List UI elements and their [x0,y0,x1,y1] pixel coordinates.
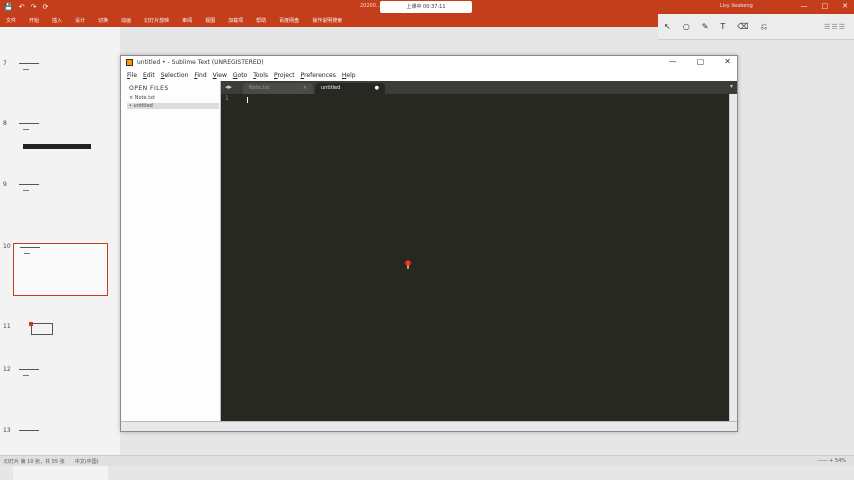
menu-find[interactable]: Find [194,72,206,79]
menu-goto[interactable]: Goto [233,72,247,79]
ribbon-tabs: 文件 开始 插入 设计 切换 动画 幻灯片放映 审阅 视图 加载项 帮助 百度网… [6,17,342,24]
eraser-tool-icon[interactable]: ⌫ [737,22,748,31]
annotation-toolbar: ↖ ○ ✎ T ⌫ ⎌ ☰☰☰ [658,14,854,40]
maximize-icon[interactable]: □ [822,2,829,10]
pen-tool-icon[interactable]: ✎ [702,22,709,31]
tab-file[interactable]: 文件 [6,17,16,24]
repeat-icon[interactable]: ⟳ [42,3,48,11]
menu-selection[interactable]: Selection [161,72,189,79]
pointer-tool-icon[interactable]: ↖ [664,22,671,31]
open-file-item-selected[interactable]: • untitled [127,103,219,109]
tab-transitions[interactable]: 切换 [98,17,108,24]
line-number: 1 [225,95,229,102]
circle-tool-icon[interactable]: ○ [683,22,690,31]
slide-number: 13 [3,427,11,434]
window-title: untitled • - Sublime Text (UNREGISTERED) [137,59,264,66]
menu-view[interactable]: View [213,72,227,79]
tab-dirty-icon[interactable]: ● [375,83,379,94]
tab-label: untitled [321,85,341,91]
menu-tools[interactable]: Tools [253,72,268,79]
vertical-scrollbar[interactable] [729,94,737,421]
open-file-item[interactable]: × Note.txt [129,95,155,101]
tab-baidu[interactable]: 百度网盘 [279,17,299,24]
tab-help[interactable]: 帮助 [256,17,266,24]
slide-number: 12 [3,366,11,373]
slide-number: 7 [3,60,7,67]
tab-slideshow[interactable]: 幻灯片放映 [144,17,169,24]
text-cursor [247,97,248,103]
laser-pointer-icon [404,259,412,269]
tab-animations[interactable]: 动画 [121,17,131,24]
tab-review[interactable]: 审阅 [182,17,192,24]
menu-project[interactable]: Project [274,72,295,79]
tab-addins[interactable]: 加载项 [228,17,243,24]
slide-counter: 幻灯片 第 10 张，共 55 张 [4,458,65,465]
tab-label: Note.txt [249,85,270,91]
zoom-slider[interactable]: —— + 54% [818,458,846,464]
text-tool-icon[interactable]: T [720,22,725,31]
tab-close-icon[interactable]: × [303,83,307,94]
sublime-app-icon [126,59,133,66]
powerpoint-status-bar: 幻灯片 第 10 张，共 55 张 中文(中国) —— + 54% [0,455,854,466]
open-files-sidebar: OPEN FILES × Note.txt • untitled [121,81,221,421]
code-editor[interactable]: 1 [221,94,729,421]
minimize-icon[interactable]: — [669,57,677,66]
open-files-heading: OPEN FILES [129,85,169,92]
close-icon[interactable]: ✕ [842,2,848,10]
editor-tab-bar: ◂▸ Note.txt × untitled ● ▾ [221,81,737,94]
recording-timer[interactable]: 上课中 00:37:11 [380,1,472,13]
tab-view[interactable]: 视图 [205,17,215,24]
menu-help[interactable]: Help [342,72,356,79]
undo-icon[interactable]: ↶ [19,3,25,11]
slide-number: 10 [3,243,11,250]
sublime-titlebar[interactable]: untitled • - Sublime Text (UNREGISTERED)… [121,56,737,70]
sublime-status-bar [121,421,737,431]
tab-insert[interactable]: 插入 [52,17,62,24]
tab-note-txt[interactable]: Note.txt × [243,83,313,94]
menu-file[interactable]: File [127,72,137,79]
broadcast-logo: ☰☰☰ [824,22,846,31]
tell-me-search[interactable]: 操作说明搜索 [312,17,342,24]
maximize-icon[interactable]: ▢ [697,57,705,66]
account-name[interactable]: Lisy lieabeng [720,3,753,9]
document-title: 20200... [360,3,381,9]
sublime-text-window: untitled • - Sublime Text (UNREGISTERED)… [120,55,738,432]
close-icon[interactable]: ✕ [724,57,731,66]
sublime-menubar: File Edit Selection Find View Goto Tools… [121,70,737,81]
slide-number: 9 [3,181,7,188]
slide-number: 11 [3,323,11,330]
tab-untitled[interactable]: untitled ● [315,83,385,94]
minimize-icon[interactable]: — [801,2,808,10]
slide-number: 8 [3,120,7,127]
quick-access-toolbar: 💾 ↶ ↷ ⟳ [4,3,48,11]
menu-edit[interactable]: Edit [143,72,155,79]
tab-design[interactable]: 设计 [75,17,85,24]
tab-nav-arrows-icon[interactable]: ◂▸ [225,83,232,91]
sublime-window-controls: — ▢ ✕ [669,57,731,66]
tab-home[interactable]: 开始 [29,17,39,24]
menu-preferences[interactable]: Preferences [301,72,336,79]
save-icon[interactable]: 💾 [4,3,13,11]
slide-thumbnails-pane: 7 8 9 10 11 12 13 [0,27,120,480]
tab-list-dropdown-icon[interactable]: ▾ [730,83,733,90]
window-controls: — □ ✕ [801,2,849,10]
language-indicator: 中文(中国) [74,458,99,465]
undo-tool-icon[interactable]: ⎌ [761,22,767,32]
redo-icon[interactable]: ↷ [31,3,37,11]
